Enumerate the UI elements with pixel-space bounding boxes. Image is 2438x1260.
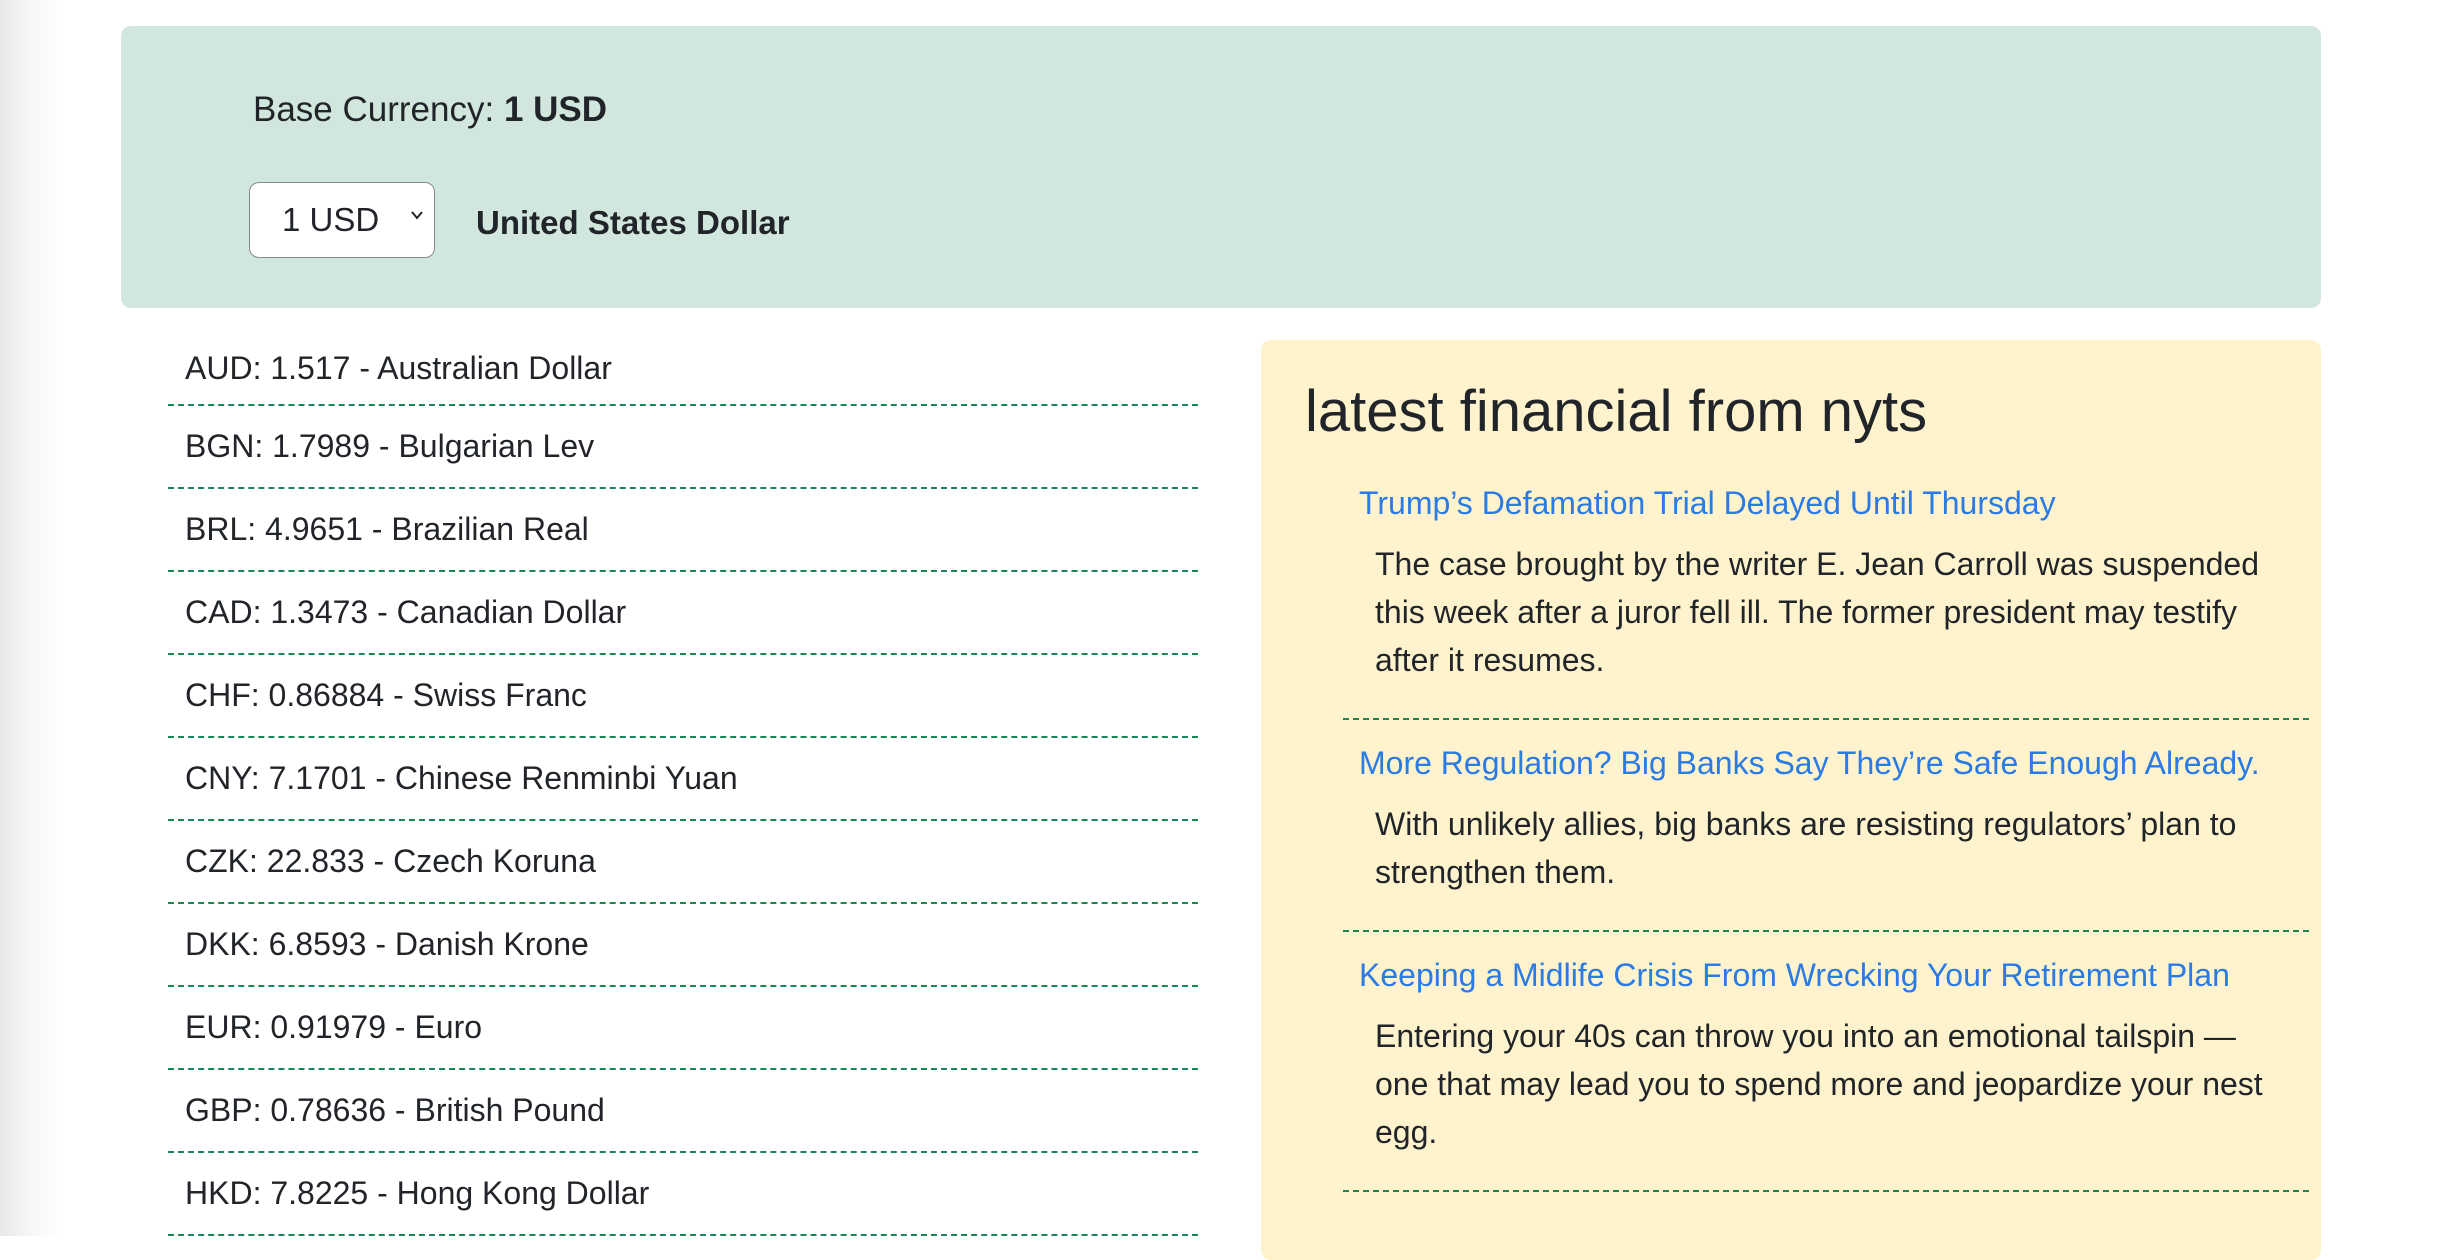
news-panel-title: latest financial from nyts — [1305, 379, 1928, 444]
base-currency-line: Base Currency: 1 USD — [253, 90, 607, 130]
rate-item: CNY: 7.1701 - Chinese Renminbi Yuan — [168, 738, 1198, 821]
rate-item: EUR: 0.91979 - Euro — [168, 987, 1198, 1070]
news-item: More Regulation? Big Banks Say They’re S… — [1343, 740, 2309, 932]
rate-item: GBP: 0.78636 - British Pound — [168, 1070, 1198, 1153]
news-list: Trump’s Defamation Trial Delayed Until T… — [1343, 480, 2309, 1212]
base-currency-label: Base Currency: — [253, 90, 495, 129]
news-headline-link[interactable]: Keeping a Midlife Crisis From Wrecking Y… — [1343, 952, 2309, 998]
currency-select[interactable]: 1 USD — [249, 182, 435, 258]
chevron-down-icon — [411, 211, 423, 220]
rate-item: CHF: 0.86884 - Swiss Franc — [168, 655, 1198, 738]
currency-full-name: United States Dollar — [476, 204, 790, 241]
rate-item: CAD: 1.3473 - Canadian Dollar — [168, 572, 1198, 655]
rate-item: DKK: 6.8593 - Danish Krone — [168, 904, 1198, 987]
news-item: Keeping a Midlife Crisis From Wrecking Y… — [1343, 952, 2309, 1192]
news-headline-link[interactable]: More Regulation? Big Banks Say They’re S… — [1343, 740, 2309, 786]
exchange-rates-list: AUD: 1.517 - Australian Dollar BGN: 1.79… — [168, 333, 1198, 1236]
base-currency-value: 1 USD — [503, 90, 608, 129]
news-panel: latest financial from nyts Trump’s Defam… — [1261, 340, 2321, 1260]
rate-item: BRL: 4.9651 - Brazilian Real — [168, 489, 1198, 572]
rate-item: CZK: 22.833 - Czech Koruna — [168, 821, 1198, 904]
currency-select-value: 1 USD — [282, 201, 380, 238]
rate-item: HKD: 7.8225 - Hong Kong Dollar — [168, 1153, 1198, 1236]
base-currency-panel: Base Currency: 1 USD 1 USD United States… — [121, 26, 2321, 308]
news-summary: Entering your 40s can throw you into an … — [1375, 1018, 2263, 1150]
news-summary: With unlikely allies, big banks are resi… — [1375, 806, 2237, 890]
rate-item: AUD: 1.517 - Australian Dollar — [168, 333, 1198, 406]
news-summary: The case brought by the writer E. Jean C… — [1375, 546, 2260, 678]
page-edge-shadow — [0, 0, 60, 1236]
news-item: Trump’s Defamation Trial Delayed Until T… — [1343, 480, 2309, 720]
rate-item: BGN: 1.7989 - Bulgarian Lev — [168, 406, 1198, 489]
news-headline-link[interactable]: Trump’s Defamation Trial Delayed Until T… — [1343, 480, 2309, 526]
